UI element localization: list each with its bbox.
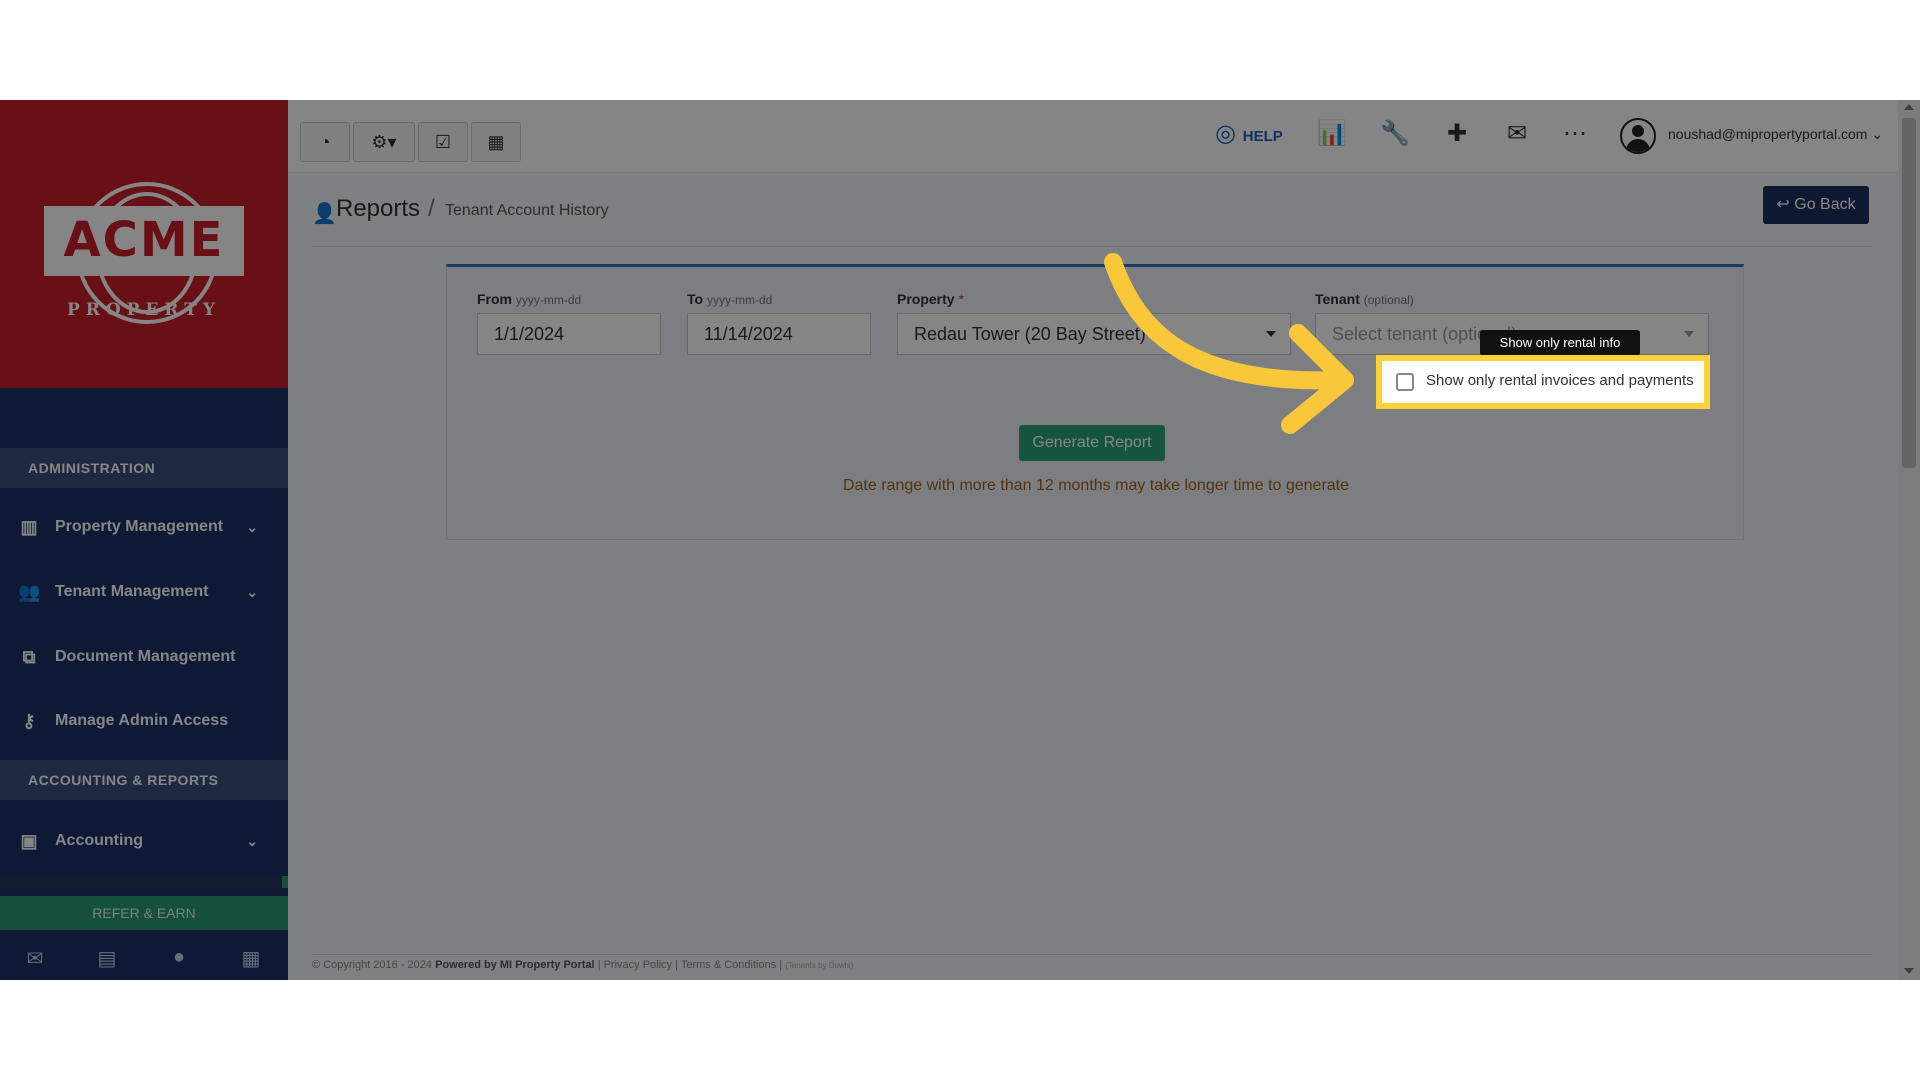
user-icon: 👤 xyxy=(312,203,337,225)
money-icon: ▣ xyxy=(20,831,38,851)
plus-icon: ✚ xyxy=(1446,120,1468,147)
mail-icon[interactable]: ✉ xyxy=(23,946,47,970)
sidebar-item-document-management[interactable]: ⧉ Document Management xyxy=(0,629,288,685)
building-icon: ▥ xyxy=(20,517,38,537)
caret-down-icon xyxy=(1266,331,1276,337)
page-title[interactable]: Reports xyxy=(336,195,420,223)
help-button[interactable]: ◎ HELP xyxy=(1214,114,1284,154)
more-icon: ⋯ xyxy=(1563,120,1587,147)
property-value: Redau Tower (20 Bay Street) xyxy=(914,324,1146,344)
messages-button[interactable]: ✉ xyxy=(1497,114,1537,154)
breadcrumb-separator: / xyxy=(428,195,435,222)
documents-icon: ⧉ xyxy=(22,647,36,667)
divider xyxy=(312,246,1872,247)
calculator-icon[interactable]: ▦ xyxy=(239,946,263,970)
tools-button[interactable]: 🔧 xyxy=(1375,114,1415,154)
calculator-button[interactable]: ▦ xyxy=(471,122,521,162)
refer-earn-button[interactable]: REFER & EARN xyxy=(0,896,288,930)
tenant-label: Tenant (optional) xyxy=(1315,291,1414,307)
tenant-placeholder: Select tenant (optional) xyxy=(1332,324,1518,344)
sidebar-item-label: Tenant Management xyxy=(55,583,209,600)
key-icon: ⚷ xyxy=(22,711,36,731)
wrench-icon: 🔧 xyxy=(1380,120,1410,147)
chevron-down-icon: ⌄ xyxy=(246,584,258,600)
sidebar-footer: ✉ ▤ ● ▦ xyxy=(0,936,288,980)
generate-report-button[interactable]: Generate Report xyxy=(1019,425,1165,461)
chart-icon: 📊 xyxy=(1317,120,1347,147)
footer-links[interactable]: | Privacy Policy | Terms & Conditions | xyxy=(598,959,782,971)
scroll-down-arrow-icon[interactable] xyxy=(1904,968,1914,974)
avatar[interactable] xyxy=(1620,118,1656,154)
from-label: From yyyy-mm-dd xyxy=(477,291,582,307)
briefcase-icon[interactable]: ▤ xyxy=(95,946,119,970)
scroll-up-arrow-icon[interactable] xyxy=(1904,104,1914,110)
caret-down-icon xyxy=(1684,331,1694,337)
main-content: 👤 Reports / Tenant Account History ↩ Go … xyxy=(288,173,1898,980)
sidebar-item-tenant-management[interactable]: 👥 Tenant Management ⌄ xyxy=(0,564,288,620)
back-arrow-icon: ↩ xyxy=(1776,196,1790,213)
page-subtitle: Tenant Account History xyxy=(445,202,609,219)
reports-chart-button[interactable]: 📊 xyxy=(1312,114,1352,154)
calculator-icon: ▦ xyxy=(487,132,505,152)
tenant-select[interactable]: Select tenant (optional) xyxy=(1315,313,1709,355)
property-label: Property * xyxy=(897,291,964,307)
sidebar: ACME PROPERTY ADMINISTRATION ▥ Property … xyxy=(0,100,288,980)
chevron-down-icon: ⌄ xyxy=(1871,126,1884,142)
sidebar-item-label: Property Management xyxy=(55,518,224,535)
gear-icon: ⚙▾ xyxy=(371,132,397,152)
footer-divider xyxy=(312,954,1872,955)
settings-dropdown-button[interactable]: ⚙▾ xyxy=(353,122,415,162)
scrollbar-thumb[interactable] xyxy=(1902,118,1916,468)
sidebar-item-manage-admin-access[interactable]: ⚷ Manage Admin Access xyxy=(0,693,288,749)
section-accounting-reports: ACCOUNTING & REPORTS xyxy=(0,760,288,800)
chevron-down-icon: ⌄ xyxy=(246,519,258,535)
to-date-input[interactable]: 11/14/2024 xyxy=(687,313,871,355)
section-administration: ADMINISTRATION xyxy=(0,448,288,488)
sidebar-item-label: Document Management xyxy=(55,648,236,665)
page-footer: © Copyright 2016 - 2024 Powered by MI Pr… xyxy=(312,959,853,971)
footer-copyright: © Copyright 2016 - 2024 xyxy=(312,959,433,971)
user-icon[interactable]: ● xyxy=(167,946,191,968)
app-window: ACME PROPERTY ADMINISTRATION ▥ Property … xyxy=(0,100,1920,980)
date-range-note: Date range with more than 12 months may … xyxy=(842,477,1350,494)
go-back-button[interactable]: ↩ Go Back xyxy=(1763,186,1869,224)
sidebar-item-property-management[interactable]: ▥ Property Management ⌄ xyxy=(0,499,288,555)
user-email: noushad@mipropertyportal.com xyxy=(1668,126,1868,142)
sidebar-progress xyxy=(0,876,288,888)
more-button[interactable]: ⋯ xyxy=(1555,114,1595,154)
dashboard-button[interactable]: ◔ xyxy=(300,122,350,162)
add-button[interactable]: ✚ xyxy=(1437,114,1477,154)
mail-icon: ✉ xyxy=(1506,120,1528,147)
page-scrollbar[interactable] xyxy=(1898,100,1920,980)
lifebuoy-icon: ◎ xyxy=(1215,120,1237,147)
calendar-button[interactable]: ☑ xyxy=(418,122,468,162)
user-menu[interactable]: noushad@mipropertyportal.com ⌄ xyxy=(1668,126,1883,143)
chevron-down-icon: ⌄ xyxy=(246,833,258,849)
property-select[interactable]: Redau Tower (20 Bay Street) xyxy=(897,313,1291,355)
to-label: To yyyy-mm-dd xyxy=(687,291,773,307)
sidebar-item-label: Accounting xyxy=(55,832,143,849)
logo-sub-text: PROPERTY xyxy=(66,300,222,320)
logo-main-text: ACME xyxy=(63,212,225,268)
footer-powered-link[interactable]: Powered by MI Property Portal xyxy=(435,959,595,971)
sidebar-item-label: Manage Admin Access xyxy=(55,712,229,729)
company-logo[interactable]: ACME PROPERTY xyxy=(0,100,288,388)
go-back-label: Go Back xyxy=(1794,196,1856,213)
report-form-panel: From yyyy-mm-dd 1/1/2024 To yyyy-mm-dd 1… xyxy=(446,264,1744,540)
users-icon: 👥 xyxy=(18,582,41,602)
calendar-icon: ☑ xyxy=(434,132,452,152)
help-label: HELP xyxy=(1242,128,1283,145)
footer-small: (Tenants by Dowls) xyxy=(785,961,854,970)
from-date-input[interactable]: 1/1/2024 xyxy=(477,313,661,355)
top-bar: ◔ ⚙▾ ☑ ▦ ◎ HELP 📊 🔧 ✚ ✉ ⋯ noushad@miprop… xyxy=(288,100,1898,173)
dashboard-icon: ◔ xyxy=(319,132,331,152)
sidebar-item-accounting[interactable]: ▣ Accounting ⌄ xyxy=(0,813,288,869)
